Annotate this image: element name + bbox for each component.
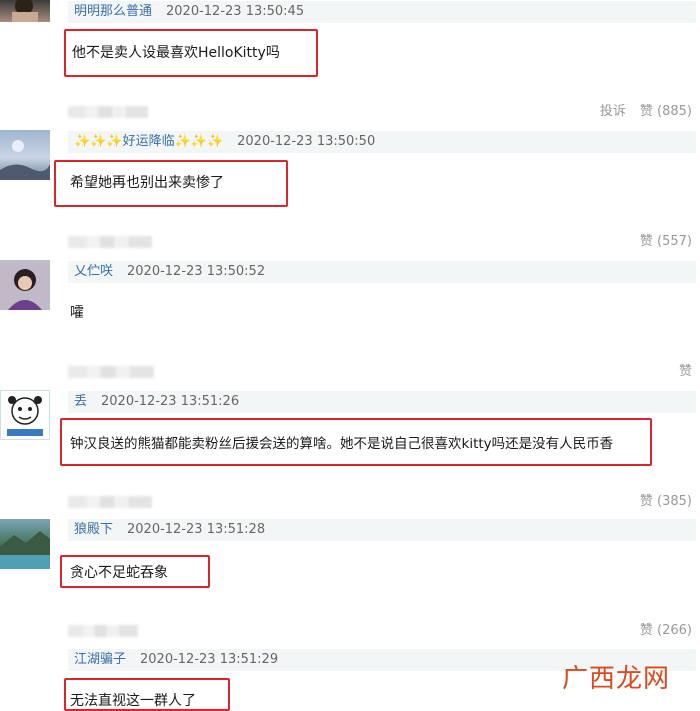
timestamp: 2020-12-23 13:51:29 <box>140 652 279 667</box>
comment-header: 明明那么普通 2020-12-23 13:50:45 <box>68 1 696 23</box>
username-link[interactable]: 明明那么普通 <box>74 4 152 19</box>
timestamp: 2020-12-23 13:51:28 <box>127 522 266 537</box>
highlight-box <box>54 160 288 207</box>
blurred-text <box>68 366 154 378</box>
highlight-box <box>64 678 230 711</box>
like-button[interactable]: 赞 (885) <box>640 104 692 119</box>
username-link[interactable]: 好运降临 <box>123 134 175 149</box>
highlight-box <box>64 29 318 77</box>
timestamp: 2020-12-23 13:50:52 <box>127 264 266 279</box>
blurred-text <box>68 106 148 118</box>
username-link[interactable]: 江湖骗子 <box>74 652 126 667</box>
username-link[interactable]: 乂伫咲 <box>74 264 113 279</box>
username-link[interactable]: 丢 <box>74 394 87 409</box>
avatar[interactable] <box>0 130 50 180</box>
comment-header: 狼殿下 2020-12-23 13:51:28 <box>68 519 696 541</box>
comment-footer: 赞 <box>68 362 696 382</box>
sparkle-icon: ✨✨✨ <box>74 134 123 149</box>
comment-header: 乂伫咲 2020-12-23 13:50:52 <box>68 261 696 283</box>
blurred-text <box>68 625 138 637</box>
like-button[interactable]: 赞 (557) <box>640 234 692 249</box>
comment-actions: 赞 <box>665 362 692 382</box>
comment-footer: 赞 (385) <box>68 492 696 512</box>
highlight-box <box>60 418 652 466</box>
comment-header: 丢 2020-12-23 13:51:26 <box>68 391 696 413</box>
comment-actions: 赞 (266) <box>626 621 692 641</box>
comment-footer: 赞 (266) <box>68 621 696 641</box>
comment-actions: 投诉赞 (885) <box>586 102 692 122</box>
timestamp: 2020-12-23 13:51:26 <box>101 394 240 409</box>
username-link[interactable]: 狼殿下 <box>74 522 113 537</box>
timestamp: 2020-12-23 13:50:45 <box>166 4 305 19</box>
sparkle-icon: ✨✨✨ <box>174 134 224 149</box>
like-button[interactable]: 赞 (385) <box>640 494 692 509</box>
comment-actions: 赞 (557) <box>626 232 692 252</box>
like-button[interactable]: 赞 (266) <box>640 623 692 638</box>
comment-header: ✨✨✨好运降临✨✨✨ 2020-12-23 13:50:50 <box>68 131 696 153</box>
report-button[interactable]: 投诉 <box>600 104 626 119</box>
comment-text: 嚯 <box>70 305 84 321</box>
blurred-text <box>68 236 152 248</box>
watermark-logo: 广西龙网 <box>561 664 670 694</box>
avatar[interactable] <box>0 0 50 22</box>
highlight-box <box>60 555 210 588</box>
avatar[interactable] <box>0 260 50 310</box>
comment-actions: 赞 (385) <box>626 492 692 512</box>
comment-footer: 投诉赞 (885) <box>68 102 696 122</box>
avatar[interactable] <box>0 390 50 440</box>
comment-footer: 赞 (557) <box>68 232 696 252</box>
like-button[interactable]: 赞 <box>679 364 692 379</box>
avatar[interactable] <box>0 519 50 569</box>
blurred-text <box>68 496 152 508</box>
timestamp: 2020-12-23 13:50:50 <box>237 134 376 149</box>
